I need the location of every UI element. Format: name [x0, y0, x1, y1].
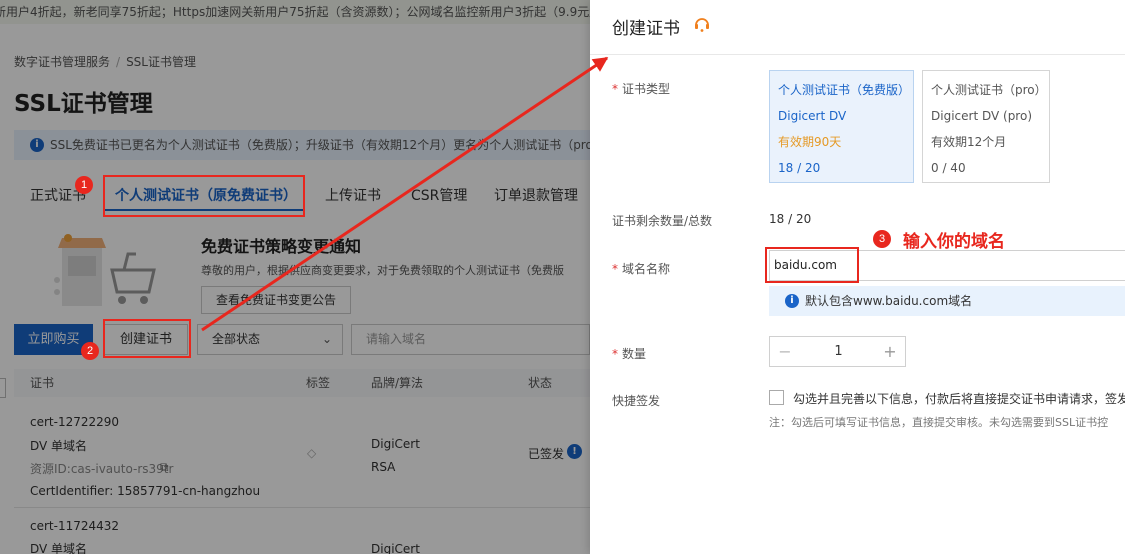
create-certificate-drawer: 创建证书 * 证书类型 个人测试证书（免费版） Digicert DV 有效期90…: [590, 0, 1125, 554]
option-validity: 有效期12个月: [931, 135, 1007, 149]
option-brand: Digicert DV (pro): [931, 109, 1033, 123]
quick-issue-label: 快捷签发: [612, 394, 661, 408]
cert-type-option-free[interactable]: 个人测试证书（免费版） Digicert DV 有效期90天 18 / 20: [769, 70, 914, 183]
quick-issue-note: 注：勾选后可填写证书信息，直接提交审核。未勾选需要到SSL证书控: [769, 416, 1109, 429]
cert-type-option-pro[interactable]: 个人测试证书（pro） Digicert DV (pro) 有效期12个月 0 …: [922, 70, 1050, 183]
option-name: 个人测试证书（免费版）: [778, 83, 911, 97]
remain-value: 18 / 20: [769, 212, 812, 226]
quick-issue-checkbox[interactable]: [769, 390, 784, 405]
domain-hint: i 默认包含www.baidu.com域名: [769, 286, 1125, 316]
quantity-stepper: − 1 +: [769, 336, 906, 367]
quantity-value[interactable]: 1: [800, 337, 877, 366]
background-page: 新用户4折起，新老同享75折起；Https加速网关新用户75折起（含资源数）；公…: [0, 0, 590, 554]
info-icon: i: [785, 294, 799, 308]
option-validity: 有效期90天: [778, 135, 842, 149]
divider: [590, 54, 1125, 55]
option-name: 个人测试证书（pro）: [931, 83, 1047, 97]
quick-issue-text: 勾选并且完善以下信息，付款后将直接提交证书申请请求，签发: [793, 392, 1125, 406]
remain-label: 证书剩余数量/总数: [612, 214, 713, 228]
domain-input-value: baidu.com: [774, 258, 837, 272]
option-count: 18 / 20: [778, 161, 821, 175]
option-count: 0 / 40: [931, 161, 966, 175]
quantity-label: * 数量: [612, 347, 647, 361]
domain-hint-text: 默认包含www.baidu.com域名: [805, 294, 973, 308]
domain-label: * 域名名称: [612, 262, 671, 276]
increment-button[interactable]: +: [875, 337, 905, 366]
headset-icon[interactable]: [693, 15, 711, 33]
drawer-title: 创建证书: [612, 19, 680, 39]
modal-overlay[interactable]: [0, 0, 590, 554]
option-brand: Digicert DV: [778, 109, 847, 123]
cert-type-label: * 证书类型: [612, 82, 671, 96]
domain-input[interactable]: baidu.com: [769, 250, 1125, 281]
decrement-button[interactable]: −: [770, 337, 800, 366]
